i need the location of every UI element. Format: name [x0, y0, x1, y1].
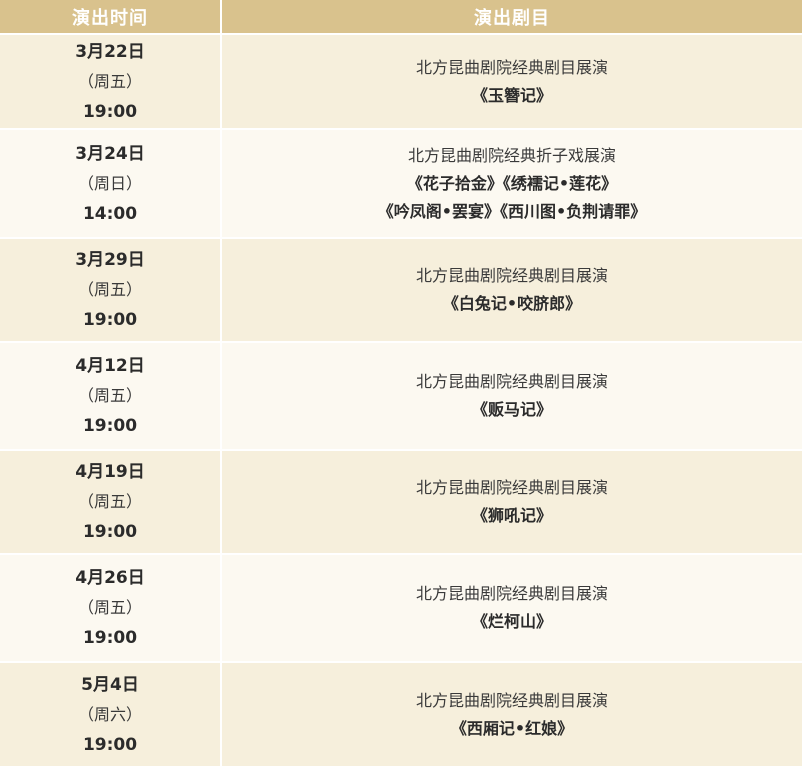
program-title: 《花子拾金》《绣襦记•莲花》	[406, 173, 618, 193]
performance-time: 19:00	[82, 310, 138, 330]
schedule-table: 演出时间 演出剧目 3月22日 （周五） 19:00 北方昆曲剧院经典剧目展演 …	[0, 0, 802, 766]
program-series: 北方昆曲剧院经典剧目展演	[415, 266, 608, 285]
performance-date: 5月4日	[81, 674, 139, 695]
program-series: 北方昆曲剧院经典剧目展演	[415, 57, 608, 77]
performance-weekday: （周五）	[77, 386, 142, 405]
table-row: 3月22日 （周五） 19:00 北方昆曲剧院经典剧目展演 《玉簪记》	[0, 35, 802, 130]
header-time-column: 演出时间	[0, 0, 222, 33]
table-row: 4月12日 （周五） 19:00 北方昆曲剧院经典剧目展演 《贩马记》	[0, 343, 802, 451]
performance-time: 19:00	[82, 522, 138, 542]
program-cell: 北方昆曲剧院经典折子戏展演 《花子拾金》《绣襦记•莲花》 《吟凤阁•罢宴》《西川…	[222, 130, 802, 237]
program-series: 北方昆曲剧院经典剧目展演	[415, 690, 608, 710]
program-cell: 北方昆曲剧院经典剧目展演 《玉簪记》	[222, 35, 802, 128]
table-row: 4月26日 （周五） 19:00 北方昆曲剧院经典剧目展演 《烂柯山》	[0, 555, 802, 663]
program-cell: 北方昆曲剧院经典剧目展演 《贩马记》	[222, 343, 802, 449]
performance-time: 19:00	[82, 628, 138, 648]
program-series: 北方昆曲剧院经典剧目展演	[415, 478, 608, 497]
performance-time: 19:00	[82, 101, 138, 122]
program-series: 北方昆曲剧院经典剧目展演	[415, 372, 608, 391]
time-cell: 3月24日 （周日） 14:00	[0, 130, 222, 237]
performance-date: 3月22日	[75, 41, 145, 62]
program-title: 《白兔记•咬脐郎》	[442, 294, 582, 313]
program-cell: 北方昆曲剧院经典剧目展演 《白兔记•咬脐郎》	[222, 239, 802, 341]
table-row: 3月29日 （周五） 19:00 北方昆曲剧院经典剧目展演 《白兔记•咬脐郎》	[0, 239, 802, 343]
time-cell: 5月4日 （周六） 19:00	[0, 663, 222, 766]
program-title: 《吟凤阁•罢宴》《西川图•负荆请罪》	[377, 201, 647, 221]
time-cell: 4月26日 （周五） 19:00	[0, 555, 222, 661]
program-title: 《狮吼记》	[471, 506, 552, 525]
table-header: 演出时间 演出剧目	[0, 0, 802, 35]
time-cell: 4月12日 （周五） 19:00	[0, 343, 222, 449]
performance-date: 3月29日	[75, 250, 145, 270]
performance-weekday: （周日）	[77, 173, 142, 193]
table-row: 3月24日 （周日） 14:00 北方昆曲剧院经典折子戏展演 《花子拾金》《绣襦…	[0, 130, 802, 239]
performance-weekday: （周五）	[77, 598, 142, 617]
performance-weekday: （周六）	[77, 704, 142, 724]
program-title: 《西厢记•红娘》	[450, 718, 574, 738]
time-cell: 3月22日 （周五） 19:00	[0, 35, 222, 128]
performance-time: 19:00	[82, 416, 138, 436]
program-cell: 北方昆曲剧院经典剧目展演 《狮吼记》	[222, 451, 802, 553]
program-series: 北方昆曲剧院经典折子戏展演	[407, 145, 616, 165]
time-cell: 4月19日 （周五） 19:00	[0, 451, 222, 553]
program-cell: 北方昆曲剧院经典剧目展演 《西厢记•红娘》	[222, 663, 802, 766]
performance-weekday: （周五）	[77, 71, 142, 91]
header-program-column: 演出剧目	[474, 7, 550, 29]
performance-time: 19:00	[82, 734, 138, 755]
performance-date: 3月24日	[75, 143, 145, 164]
performance-date: 4月12日	[75, 356, 145, 376]
performance-weekday: （周五）	[77, 492, 142, 511]
program-title: 《烂柯山》	[471, 612, 552, 631]
table-row: 4月19日 （周五） 19:00 北方昆曲剧院经典剧目展演 《狮吼记》	[0, 451, 802, 555]
program-title: 《玉簪记》	[471, 85, 552, 105]
performance-date: 4月19日	[75, 462, 145, 482]
program-title: 《贩马记》	[471, 400, 552, 419]
performance-date: 4月26日	[75, 568, 145, 588]
program-cell: 北方昆曲剧院经典剧目展演 《烂柯山》	[222, 555, 802, 661]
table-row: 5月4日 （周六） 19:00 北方昆曲剧院经典剧目展演 《西厢记•红娘》	[0, 663, 802, 766]
performance-weekday: （周五）	[77, 280, 142, 299]
program-series: 北方昆曲剧院经典剧目展演	[415, 584, 608, 603]
performance-time: 14:00	[82, 203, 138, 224]
time-cell: 3月29日 （周五） 19:00	[0, 239, 222, 341]
